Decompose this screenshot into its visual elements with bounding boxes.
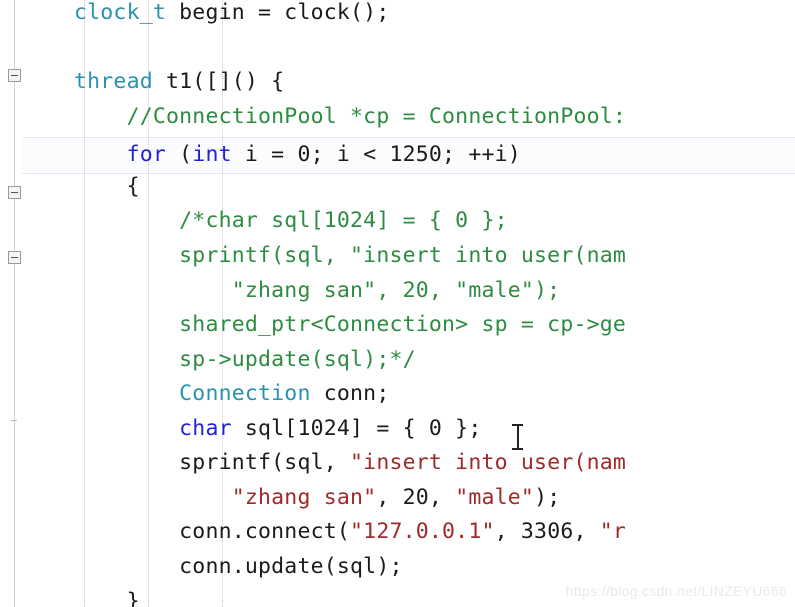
code-token-plain: conn; xyxy=(310,381,390,406)
code-token-plain: sprintf(sql, xyxy=(74,450,351,475)
code-token-string: "insert into user(nam xyxy=(350,450,627,475)
code-line[interactable]: conn.update(sql); xyxy=(0,550,403,585)
code-line[interactable]: { xyxy=(0,170,140,205)
code-line[interactable]: "zhang san", 20, "male"); xyxy=(0,481,560,516)
code-token-plain: , 3306, xyxy=(494,519,600,544)
code-line[interactable]: conn.connect("127.0.0.1", 3306, "r xyxy=(0,515,626,550)
code-token-keyword: for xyxy=(126,142,167,167)
code-token-plain: { xyxy=(74,174,140,199)
code-line[interactable]: char sql[1024] = { 0 }; xyxy=(0,412,481,447)
code-token-comment: //ConnectionPool *cp = ConnectionPool: xyxy=(74,104,627,129)
code-token-plain: ); xyxy=(534,485,561,510)
code-token-plain: conn.connect( xyxy=(74,519,351,544)
code-line[interactable]: } xyxy=(0,585,140,607)
code-token-plain: , 20, xyxy=(376,485,456,510)
code-token-plain: begin = clock(); xyxy=(166,0,390,25)
code-token-comment: shared_ptr<Connection> sp = cp->ge xyxy=(74,312,627,337)
code-line[interactable]: sprintf(sql, "insert into user(nam xyxy=(0,239,626,274)
code-token-keyword: char xyxy=(179,416,232,441)
code-token-comment: sprintf(sql, "insert into user(nam xyxy=(74,243,627,268)
code-line[interactable]: sp->update(sql);*/ xyxy=(0,343,416,378)
code-token-plain: ( xyxy=(166,142,193,167)
code-token-string: "r xyxy=(599,519,627,544)
code-token-keyword: int xyxy=(192,142,232,167)
code-token-string: "male" xyxy=(455,485,535,510)
code-line[interactable]: clock_t begin = clock(); xyxy=(0,0,389,31)
code-token-plain: t1([]() { xyxy=(152,69,285,94)
code-line[interactable]: shared_ptr<Connection> sp = cp->ge xyxy=(0,308,626,343)
code-token-plain: sql[1024] = { 0 }; xyxy=(231,416,482,441)
code-token-plain: conn.update(sql); xyxy=(74,554,403,579)
code-line[interactable]: "zhang san", 20, "male"); xyxy=(0,274,560,309)
code-token-plain: i = 0; i < 1250; ++i) xyxy=(231,142,521,167)
code-token-comment: "zhang san", 20, "male"); xyxy=(74,278,561,303)
code-editor[interactable]: clock_t begin = clock(); thread t1([]() {… xyxy=(0,0,795,607)
code-token-type: clock_t xyxy=(74,0,167,25)
code-token-comment: /*char sql[1024] = { 0 }; xyxy=(74,208,508,233)
code-line[interactable]: /*char sql[1024] = { 0 }; xyxy=(0,204,508,239)
code-line[interactable]: for (int i = 0; i < 1250; ++i) xyxy=(0,138,521,173)
code-token-string: "127.0.0.1" xyxy=(350,519,495,544)
code-line[interactable]: thread t1([]() { xyxy=(0,65,284,100)
code-token-type: thread xyxy=(74,69,153,94)
code-token-string: "zhang san" xyxy=(231,485,377,510)
code-line[interactable]: Connection conn; xyxy=(0,377,389,412)
code-line[interactable]: sprintf(sql, "insert into user(nam xyxy=(0,446,626,481)
code-token-comment: sp->update(sql);*/ xyxy=(74,347,416,372)
watermark-text: https://blog.csdn.net/LINZEYU666 xyxy=(565,583,787,599)
code-token-type: Connection xyxy=(179,381,311,406)
code-text-area[interactable]: clock_t begin = clock(); thread t1([]() {… xyxy=(0,0,795,607)
code-line[interactable]: //ConnectionPool *cp = ConnectionPool: xyxy=(0,100,626,135)
code-token-plain: } xyxy=(74,589,140,607)
